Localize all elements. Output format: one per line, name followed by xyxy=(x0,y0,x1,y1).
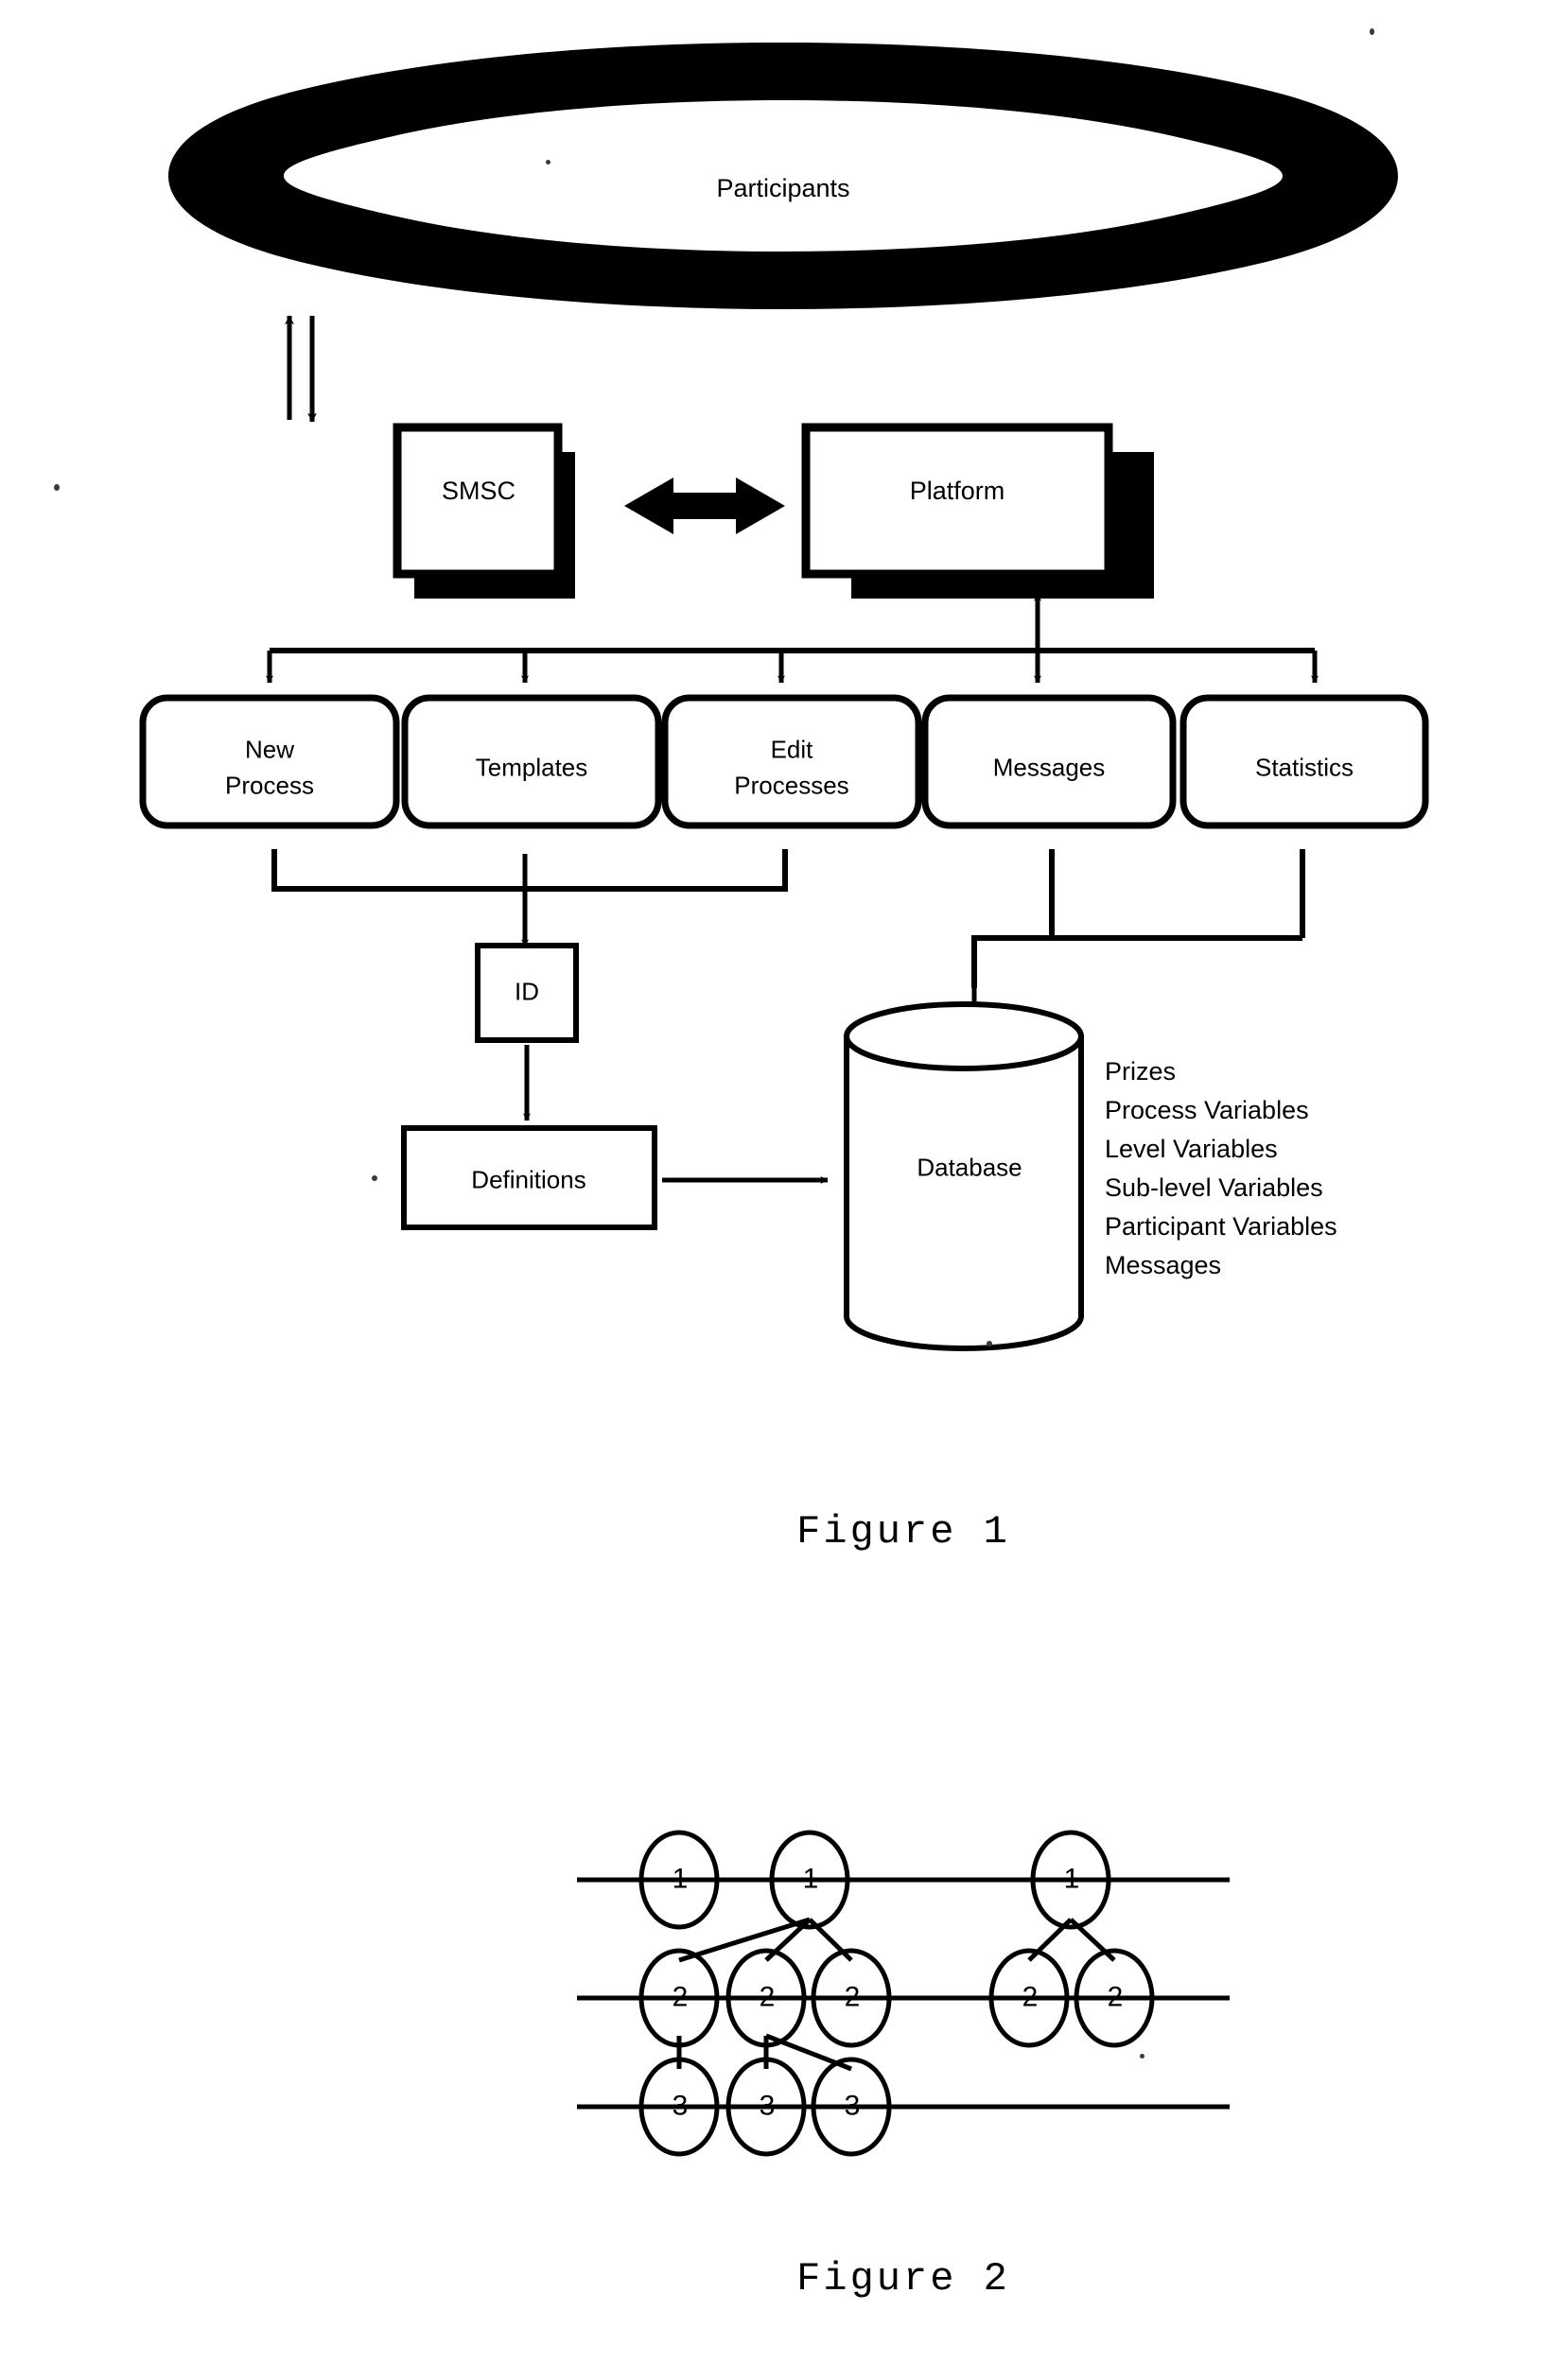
menu-label-templates: Templates xyxy=(475,753,588,782)
graph-node-label: 2 xyxy=(672,1981,689,2013)
graph-node-label: 2 xyxy=(759,1981,776,2013)
right-merge-bracket xyxy=(970,849,1305,1017)
database-content-messages: Messages xyxy=(1105,1251,1222,1279)
smsc-box xyxy=(393,423,575,599)
graph-node-label: 3 xyxy=(759,2090,776,2122)
graph-node-label: 3 xyxy=(844,2090,861,2122)
platform-box xyxy=(801,423,1154,599)
scan-speck xyxy=(546,160,550,165)
database-content-participant-variables: Participant Variables xyxy=(1105,1212,1337,1241)
scan-speck xyxy=(372,1175,377,1181)
definitions-label: Definitions xyxy=(471,1165,586,1194)
menu-label-statistics: Statistics xyxy=(1254,753,1354,782)
platform-bus-connector xyxy=(266,593,1319,684)
graph-node-label: 1 xyxy=(1063,1863,1080,1895)
graph-node-label: 2 xyxy=(1022,1981,1039,2013)
figure-sheet: Participants SMSC Platform New Process T… xyxy=(0,0,1555,2380)
menu-label-new-process-line1: New xyxy=(244,735,295,764)
menu-label-new-process-line2: Process xyxy=(225,771,314,800)
database-content-sub-level-variables: Sub-level Variables xyxy=(1105,1173,1323,1202)
figure2-caption: Figure 2 xyxy=(796,2256,1010,2302)
menu-label-edit-processes-line1: Edit xyxy=(770,735,813,764)
database-content-prizes: Prizes xyxy=(1105,1057,1177,1086)
smsc-platform-double-arrow xyxy=(624,478,785,534)
scan-speck xyxy=(54,484,60,491)
figure1-caption: Figure 1 xyxy=(796,1509,1010,1555)
tree-edges xyxy=(676,1917,1116,2072)
graph-node-label: 1 xyxy=(672,1863,689,1895)
platform-label: Platform xyxy=(909,477,1005,506)
database-content-level-variables: Level Variables xyxy=(1105,1135,1278,1163)
graph-node-label: 1 xyxy=(802,1863,819,1895)
scan-speck xyxy=(1370,28,1374,35)
graph-node-label: 2 xyxy=(1107,1981,1124,2013)
graph-node-label: 3 xyxy=(672,2090,689,2122)
left-merge-bracket xyxy=(271,849,788,947)
menu-label-edit-processes-line2: Processes xyxy=(734,771,849,800)
scan-speck xyxy=(1140,2054,1144,2059)
smsc-label: SMSC xyxy=(441,477,516,506)
participants-label: Participants xyxy=(716,174,850,203)
id-label: ID xyxy=(515,977,539,1006)
database-content-process-variables: Process Variables xyxy=(1105,1096,1309,1124)
database-label: Database xyxy=(917,1153,1022,1182)
scan-speck xyxy=(987,1341,992,1346)
participants-smsc-connector xyxy=(285,315,317,423)
menu-label-messages: Messages xyxy=(992,753,1106,782)
graph-node-label: 2 xyxy=(844,1981,861,2013)
